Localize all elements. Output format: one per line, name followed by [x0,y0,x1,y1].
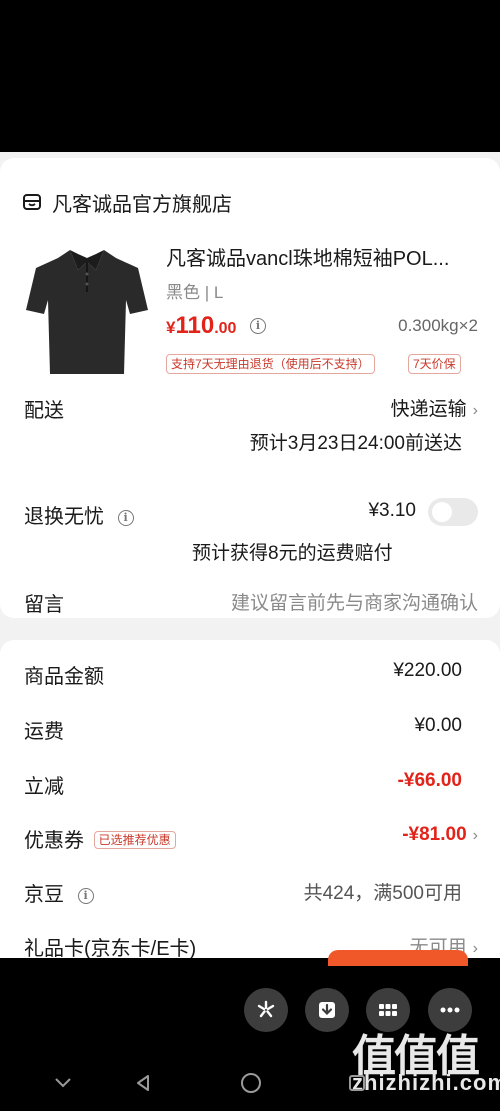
home-circle-icon[interactable] [236,1068,266,1098]
jingdou-info-icon[interactable]: i [77,888,94,904]
price-summary-card: 商品金额 ¥220.00 运费 ¥0.00 立减 -¥66.00 优惠券 已选推… [0,640,500,958]
delivery-label: 配送 [24,400,64,422]
toggle-knob [432,502,452,522]
return-insurance-note: 预计获得8元的运费赔付 [192,543,393,564]
discount-value: -¥66.00 [397,770,462,791]
delivery-method[interactable]: 快递运输 › [391,394,478,421]
product-thumbnail[interactable] [22,240,152,378]
coupon-label: 优惠券 已选推荐优惠 [24,824,176,853]
pinwheel-icon[interactable] [244,988,288,1032]
return-insurance-toggle[interactable] [428,498,478,526]
order-sheet: 凡客诚品官方旗舰店 凡客诚品vancl珠地棉短袖POL... 黑色 | L ¥1… [0,152,500,958]
store-icon [23,194,41,210]
return-insurance-label: 退换无忧 i [24,500,134,529]
message-label: 留言 [24,594,64,616]
jingdou-label: 京豆 i [24,878,94,907]
download-icon[interactable] [305,988,349,1032]
product-title[interactable]: 凡客诚品vancl珠地棉短袖POL... [166,242,449,271]
shipping-value: ¥0.00 [414,715,462,736]
submit-button-edge[interactable] [328,950,468,966]
product-spec: 黑色 | L [166,283,224,302]
coupon-value-text: -¥81.00 [402,824,467,845]
price-integer: 110 [175,312,215,339]
price-protect-tag: 7天价保 [408,354,461,374]
coupon-value[interactable]: -¥81.00 › [402,824,478,846]
recents-square-icon[interactable] [342,1068,372,1098]
shipping-label: 运费 [24,721,64,743]
goods-amount-value: ¥220.00 [393,660,462,681]
jingdou-text: 京豆 [24,884,64,906]
return-policy-tag: 支持7天无理由退货（使用后不支持） [166,354,375,374]
delivery-eta: 预计3月23日24:00前送达 [249,433,462,454]
order-card: 凡客诚品官方旗舰店 凡客诚品vancl珠地棉短袖POL... 黑色 | L ¥1… [0,158,500,618]
chevron-right-icon: › [472,940,478,957]
chevron-right-icon: › [472,402,478,419]
price-decimal: .00 [214,320,237,337]
message-input[interactable]: 建议留言前先与商家沟通确认 [231,588,478,615]
shop-name[interactable]: 凡客诚品官方旗舰店 [52,188,232,217]
product-weight: 0.300kg×2 [398,316,478,335]
coupon-tag: 已选推荐优惠 [93,831,176,849]
coupon-text: 优惠券 [24,830,84,852]
giftcard-label: 礼品卡(京东卡/E卡) [24,938,197,958]
goods-amount-label: 商品金额 [24,666,104,688]
return-insurance-price: ¥3.10 [368,500,416,521]
return-insurance-text: 退换无忧 [24,506,104,528]
discount-label: 立减 [24,776,64,798]
back-chevron-icon[interactable] [48,1068,78,1098]
delivery-method-text: 快递运输 [390,399,467,420]
product-price: ¥110.00 [166,312,236,340]
chevron-right-icon: › [472,827,478,844]
watermark-url: zhizhizhi.com [352,1070,500,1095]
back-triangle-icon[interactable] [128,1068,158,1098]
jingdou-value: 共424，满500可用 [303,883,462,904]
return-insurance-info-icon[interactable]: i [117,510,134,526]
price-info-icon[interactable]: i [250,318,266,334]
